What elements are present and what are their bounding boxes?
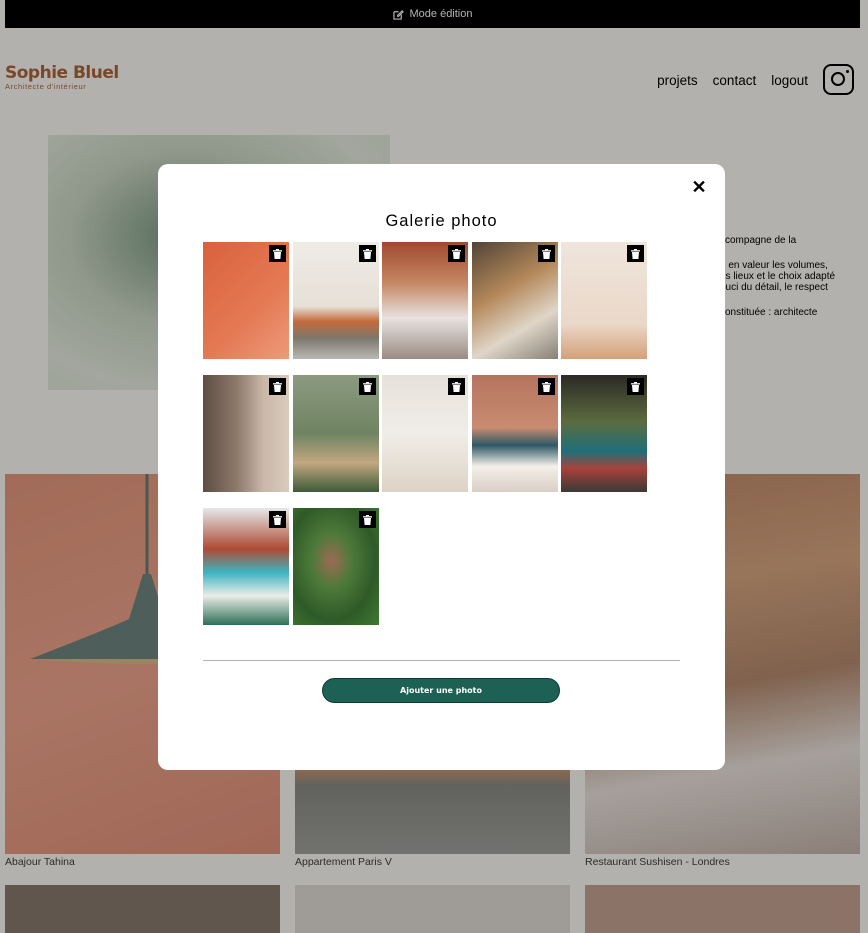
- close-icon[interactable]: ✕: [691, 178, 707, 196]
- gallery-thumbnail: [561, 242, 647, 359]
- gallery-thumbnail: [471, 242, 558, 359]
- trash-icon[interactable]: [269, 378, 286, 395]
- trash-icon[interactable]: [358, 511, 376, 528]
- trash-icon[interactable]: [627, 378, 644, 395]
- trash-icon[interactable]: [448, 245, 465, 262]
- trash-icon[interactable]: [358, 378, 376, 395]
- gallery-thumbnail: [203, 242, 289, 359]
- gallery-thumbnail: [292, 508, 379, 625]
- gallery-thumbnail: [561, 375, 647, 492]
- trash-icon[interactable]: [627, 245, 644, 262]
- divider: [203, 660, 680, 661]
- gallery-thumbnail: [203, 375, 289, 492]
- add-photo-button[interactable]: Ajouter une photo: [322, 678, 560, 703]
- trash-icon[interactable]: [269, 245, 286, 262]
- gallery-thumbnail: [292, 375, 379, 492]
- gallery-thumbnail: [382, 242, 468, 359]
- gallery-thumbnail: [203, 508, 289, 625]
- modal-title: Galerie photo: [385, 212, 498, 230]
- trash-icon[interactable]: [358, 245, 376, 262]
- trash-icon[interactable]: [537, 378, 555, 395]
- gallery-thumbnail: [292, 242, 379, 359]
- gallery-modal: ✕ Galerie photo Ajouter une photo: [158, 164, 725, 770]
- gallery-thumbnail: [471, 375, 558, 492]
- trash-icon[interactable]: [269, 511, 286, 528]
- trash-icon[interactable]: [537, 245, 555, 262]
- gallery-thumbnail: [382, 375, 468, 492]
- trash-icon[interactable]: [448, 378, 465, 395]
